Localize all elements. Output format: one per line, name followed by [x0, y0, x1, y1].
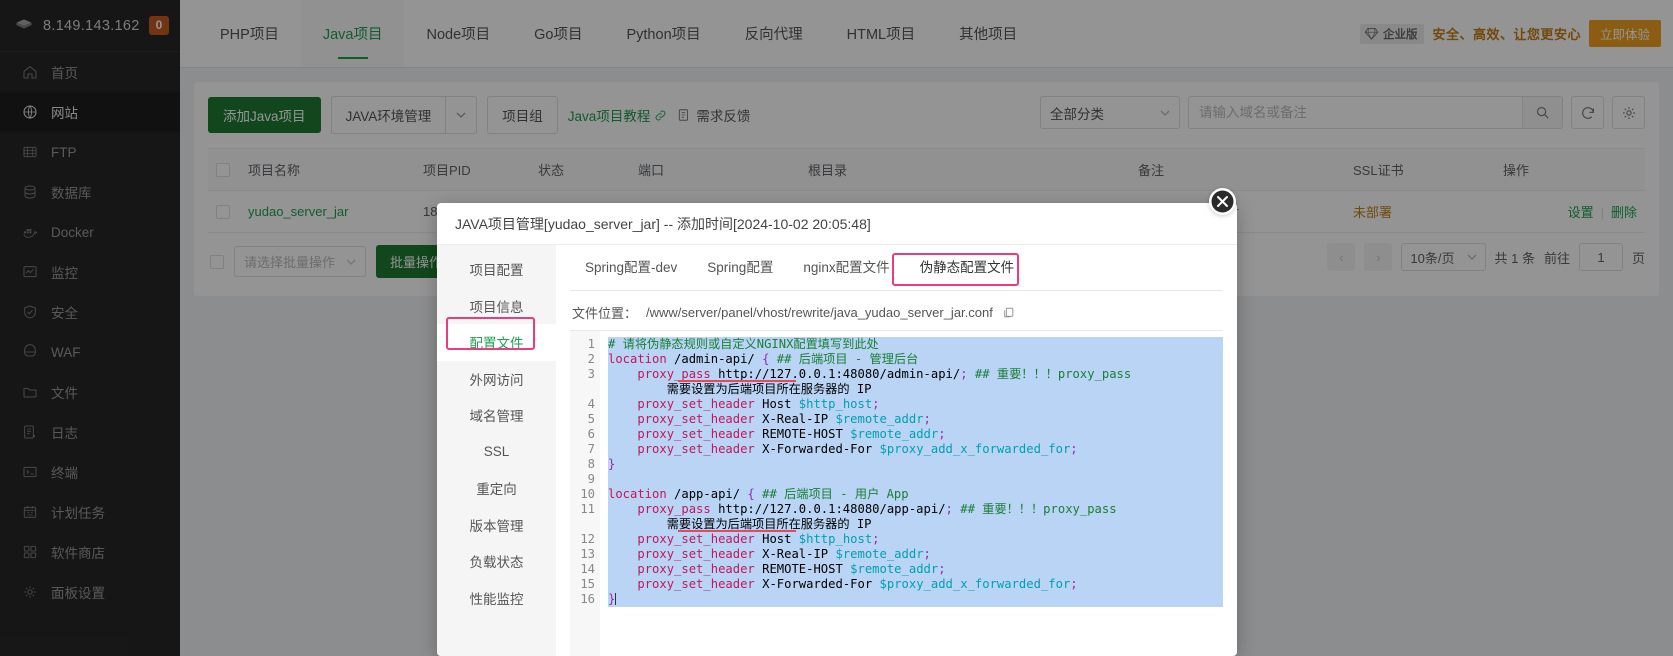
code-line[interactable]: location /admin-api/ { ## 后端项目 - 管理后台: [608, 352, 1223, 367]
config-file-tabs: Spring配置-devSpring配置nginx配置文件伪静态配置文件: [570, 245, 1223, 291]
close-icon: [1209, 188, 1236, 215]
annotation-underline: [678, 530, 796, 532]
code-line[interactable]: proxy_set_header X-Real-IP $remote_addr;: [608, 547, 1223, 562]
modal-main: Spring配置-devSpring配置nginx配置文件伪静态配置文件 文件位…: [556, 245, 1237, 656]
file-path-label: 文件位置：: [572, 303, 637, 322]
modal-close-button[interactable]: [1209, 188, 1236, 215]
modal-menu-item-2[interactable]: 项目信息: [437, 288, 556, 325]
line-number: [570, 517, 595, 532]
line-number: 14: [570, 562, 595, 577]
line-number: 4: [570, 397, 595, 412]
code-line[interactable]: proxy_set_header X-Forwarded-For $proxy_…: [608, 577, 1223, 592]
modal-body: 项目配置项目信息配置文件外网访问域名管理SSL重定向版本管理负载状态性能监控 S…: [437, 245, 1237, 656]
line-number: 2: [570, 352, 595, 367]
line-number: 13: [570, 547, 595, 562]
code-line[interactable]: proxy_set_header Host $http_host;: [608, 532, 1223, 547]
file-path-value: /www/server/panel/vhost/rewrite/java_yud…: [646, 305, 993, 320]
modal-sidebar: 项目配置项目信息配置文件外网访问域名管理SSL重定向版本管理负载状态性能监控: [437, 245, 556, 656]
copy-icon[interactable]: [1002, 306, 1015, 319]
code-line[interactable]: proxy_set_header REMOTE-HOST $remote_add…: [608, 427, 1223, 442]
code-line[interactable]: proxy_set_header Host $http_host;: [608, 397, 1223, 412]
annotation-underline: [678, 380, 796, 382]
line-number: 11: [570, 502, 595, 517]
code-line[interactable]: proxy_set_header X-Real-IP $remote_addr;: [608, 412, 1223, 427]
config-tab-4[interactable]: 伪静态配置文件: [905, 245, 1030, 290]
code-line[interactable]: location /app-api/ { ## 后端项目 - 用户 App: [608, 487, 1223, 502]
modal-title: JAVA项目管理[yudao_server_jar] -- 添加时间[2024-…: [437, 203, 1237, 245]
line-number: 10: [570, 487, 595, 502]
modal-menu-item-4[interactable]: 外网访问: [437, 361, 556, 398]
line-number: 5: [570, 412, 595, 427]
line-number: 6: [570, 427, 595, 442]
code-line[interactable]: }: [608, 457, 1223, 472]
code-editor[interactable]: 12345678910111213141516 # 请将伪静态规则或自定义NGI…: [570, 330, 1223, 656]
code-line[interactable]: }: [608, 592, 1223, 607]
line-number: 15: [570, 577, 595, 592]
code-line[interactable]: proxy_set_header X-Forwarded-For $proxy_…: [608, 442, 1223, 457]
code-line[interactable]: # 请将伪静态规则或自定义NGINX配置填写到此处: [608, 337, 1223, 352]
editor-code-area[interactable]: # 请将伪静态规则或自定义NGINX配置填写到此处location /admin…: [600, 331, 1223, 656]
line-number: 16: [570, 592, 595, 607]
modal-menu-item-6[interactable]: SSL: [437, 434, 556, 471]
line-number: 3: [570, 367, 595, 382]
editor-line-numbers: 12345678910111213141516: [570, 331, 600, 656]
line-number: 12: [570, 532, 595, 547]
line-number: 8: [570, 457, 595, 472]
config-tab-3[interactable]: nginx配置文件: [788, 245, 904, 290]
modal-menu-item-3[interactable]: 配置文件: [437, 324, 556, 361]
code-line[interactable]: proxy_set_header REMOTE-HOST $remote_add…: [608, 562, 1223, 577]
modal-menu-item-1[interactable]: 项目配置: [437, 251, 556, 288]
line-number: [570, 382, 595, 397]
config-tab-1[interactable]: Spring配置-dev: [570, 245, 692, 290]
java-project-modal: JAVA项目管理[yudao_server_jar] -- 添加时间[2024-…: [437, 203, 1237, 656]
modal-menu-item-9[interactable]: 负载状态: [437, 543, 556, 580]
modal-menu-item-10[interactable]: 性能监控: [437, 580, 556, 617]
modal-menu-item-5[interactable]: 域名管理: [437, 397, 556, 434]
line-number: 1: [570, 337, 595, 352]
code-line[interactable]: 需要设置为后端项目所在服务器的 IP: [608, 382, 1223, 397]
line-number: 7: [570, 442, 595, 457]
config-tab-2[interactable]: Spring配置: [692, 245, 788, 290]
code-line[interactable]: proxy_pass http://127.0.0.1:48080/app-ap…: [608, 502, 1223, 517]
modal-menu-item-7[interactable]: 重定向: [437, 470, 556, 507]
line-number: 9: [570, 472, 595, 487]
modal-menu-item-8[interactable]: 版本管理: [437, 507, 556, 544]
code-line[interactable]: [608, 472, 1223, 487]
file-path-row: 文件位置： /www/server/panel/vhost/rewrite/ja…: [570, 291, 1223, 330]
